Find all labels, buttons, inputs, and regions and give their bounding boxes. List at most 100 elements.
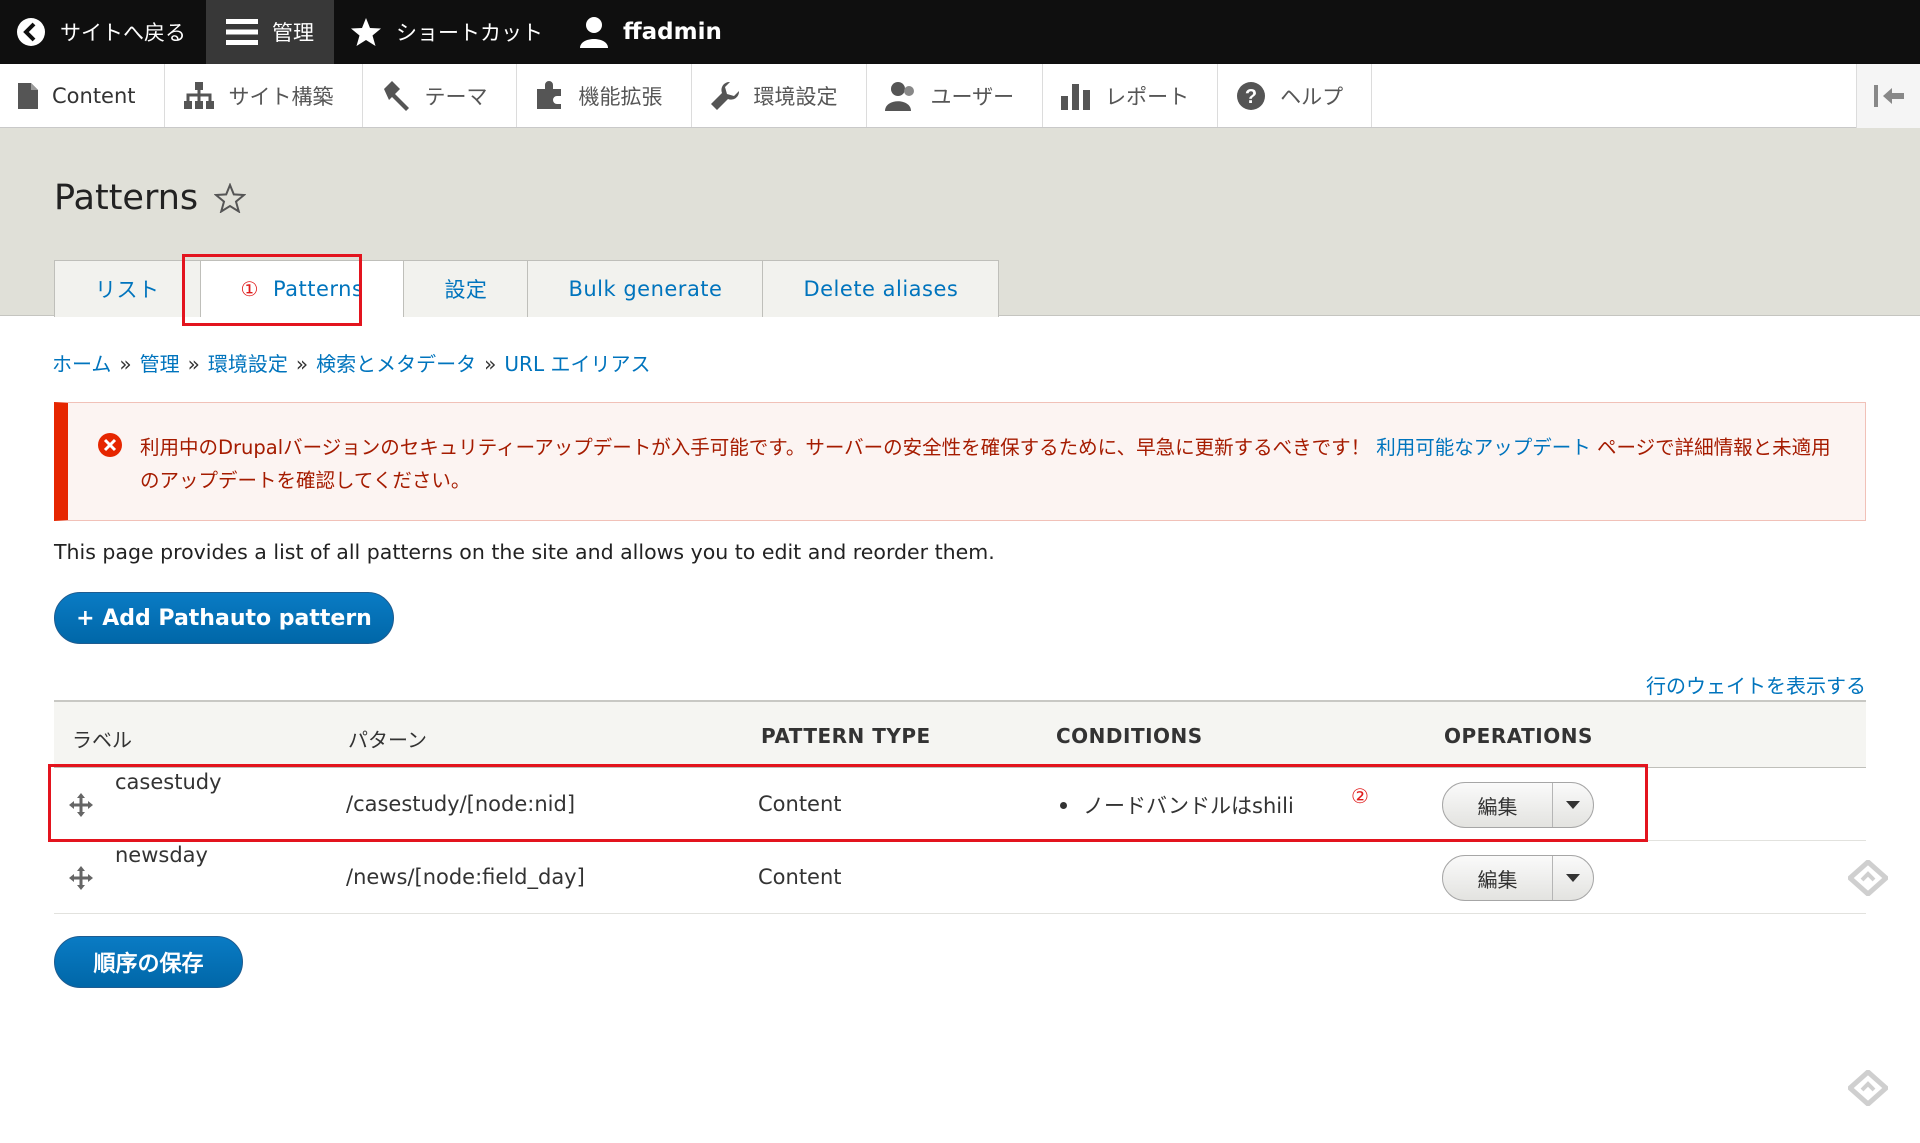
operations-toggle[interactable] (1553, 783, 1593, 827)
menu-item-label: ユーザー (930, 84, 1015, 109)
menu-item-label: Content (52, 83, 136, 108)
back-to-site-link[interactable]: サイトへ戻る (0, 0, 206, 64)
bullet (1060, 801, 1067, 809)
table-header: ラベル パターン PATTERN TYPE CONDITIONS OPERATI… (54, 700, 1866, 768)
menu-item-label: テーマ (424, 84, 488, 109)
breadcrumb-search-metadata[interactable]: 検索とメタデータ (316, 352, 476, 376)
alert-message: 利用中のDrupalバージョンのセキュリティーアップデートが入手可能です。サーバ… (140, 431, 1850, 497)
tray-orientation-toggle[interactable] (1856, 64, 1920, 128)
page-header: Patterns リスト ① Patterns 設定 Bulk generate … (0, 128, 1920, 317)
tab-label: リスト (95, 278, 160, 302)
shortcut-star-icon[interactable] (214, 183, 247, 213)
available-updates-link[interactable]: 利用可能なアップデート (1376, 436, 1591, 459)
operations-dropbutton: 編集 (1442, 782, 1594, 828)
menu-item-configuration[interactable]: 環境設定 (692, 64, 867, 127)
menu-item-label: サイト構築 (228, 84, 334, 109)
menu-item-content[interactable]: Content (0, 64, 165, 127)
breadcrumb: ホーム » 管理 » 環境設定 » 検索とメタデータ » URL エイリアス (52, 348, 650, 377)
tab-label: Bulk generate (568, 277, 723, 301)
primary-tabs: リスト ① Patterns 設定 Bulk generate Delete al… (54, 260, 1000, 317)
paintbrush-icon (383, 80, 409, 111)
star-icon (351, 18, 381, 46)
column-header-pattern: パターン (348, 728, 427, 752)
column-header-pattern-type: PATTERN TYPE (761, 724, 931, 748)
people-icon (884, 81, 914, 111)
annotation-number-2: ② (1351, 784, 1369, 808)
save-order-button[interactable]: 順序の保存 (54, 936, 243, 988)
operations-toggle[interactable] (1553, 856, 1593, 900)
menu-item-help[interactable]: ? ヘルプ (1218, 64, 1373, 127)
user-tab[interactable]: ffadmin (563, 0, 742, 64)
annotation-number-1: ① (240, 277, 259, 301)
tab-delete-aliases[interactable]: Delete aliases (762, 260, 1000, 317)
shortcuts-tab[interactable]: ショートカット (334, 0, 563, 64)
manage-label: 管理 (272, 21, 314, 45)
menu-item-structure[interactable]: サイト構築 (165, 64, 363, 127)
bar-chart-icon (1061, 83, 1091, 110)
row-condition: ノードバンドルはshili (1060, 790, 1294, 820)
column-header-label: ラベル (72, 728, 132, 752)
tab-settings[interactable]: 設定 (403, 260, 529, 317)
menu-item-appearance[interactable]: テーマ (363, 64, 517, 127)
drag-handle-icon[interactable] (68, 792, 94, 818)
page-title: Patterns (54, 178, 247, 218)
file-icon (18, 82, 38, 109)
feedly-icon[interactable] (1848, 1070, 1888, 1106)
menu-item-people[interactable]: ユーザー (867, 64, 1044, 127)
structure-icon (183, 81, 214, 109)
breadcrumb-url-aliases[interactable]: URL エイリアス (504, 352, 650, 376)
manage-tab[interactable]: 管理 (206, 0, 334, 64)
row-label: newsday (115, 843, 208, 867)
drag-handle-icon[interactable] (68, 865, 94, 891)
menu-item-label: レポート (1105, 84, 1190, 109)
user-icon (580, 17, 608, 48)
table-row: newsday /news/[node:field_day] Content 編… (54, 841, 1866, 914)
row-label: casestudy (115, 770, 222, 794)
puzzle-icon (536, 80, 561, 109)
column-header-operations: OPERATIONS (1444, 724, 1593, 748)
feedly-icon[interactable] (1848, 860, 1888, 896)
menu-item-label: 環境設定 (753, 84, 838, 109)
tab-patterns[interactable]: ① Patterns (199, 260, 405, 317)
breadcrumb-home[interactable]: ホーム (52, 352, 111, 376)
tab-label: Patterns (272, 277, 364, 301)
caret-down-icon (1566, 874, 1580, 882)
add-pathauto-pattern-button[interactable]: + Add Pathauto pattern (54, 592, 394, 644)
back-to-site-label: サイトへ戻る (60, 21, 186, 45)
patterns-table: ラベル パターン PATTERN TYPE CONDITIONS OPERATI… (54, 700, 1866, 914)
shortcuts-label: ショートカット (396, 21, 543, 45)
condition-text: ノードバンドルはshili (1083, 794, 1294, 818)
tab-bulk-generate[interactable]: Bulk generate (527, 260, 764, 317)
operations-dropbutton: 編集 (1442, 855, 1594, 901)
edit-button[interactable]: 編集 (1443, 783, 1553, 827)
row-type: Content (758, 865, 842, 889)
help-icon: ? (1237, 81, 1266, 110)
menu-item-extend[interactable]: 機能拡張 (517, 64, 692, 127)
edit-button[interactable]: 編集 (1443, 856, 1553, 900)
row-type: Content (758, 792, 842, 816)
breadcrumb-separator: » (295, 352, 309, 376)
breadcrumb-separator: » (119, 352, 132, 376)
tab-list[interactable]: リスト (54, 260, 201, 317)
alert-text-before: 利用中のDrupalバージョンのセキュリティーアップデートが入手可能です。サーバ… (140, 436, 1377, 459)
menu-item-label: 機能拡張 (578, 84, 663, 109)
caret-down-icon (1566, 801, 1580, 809)
page-title-text: Patterns (54, 178, 199, 218)
menu-item-reports[interactable]: レポート (1043, 64, 1219, 127)
back-arrow-icon (17, 18, 45, 46)
menu-item-label: ヘルプ (1280, 84, 1344, 109)
breadcrumb-separator: » (484, 352, 497, 376)
tab-label: 設定 (444, 278, 488, 302)
collapse-left-icon (1873, 85, 1904, 107)
menu-icon (226, 19, 258, 45)
admin-menu-tray: Content サイト構築 テーマ 機能拡張 環境設定 ユーザー レポート ? … (0, 64, 1920, 128)
admin-toolbar: サイトへ戻る 管理 ショートカット ffadmin (0, 0, 1920, 64)
error-icon (98, 433, 122, 457)
breadcrumb-admin[interactable]: 管理 (140, 352, 180, 376)
breadcrumb-config[interactable]: 環境設定 (208, 352, 288, 376)
column-header-conditions: CONDITIONS (1056, 724, 1203, 748)
row-pattern: /casestudy/[node:nid] (346, 792, 576, 816)
show-row-weights-link[interactable]: 行のウェイトを表示する (1646, 670, 1866, 699)
wrench-icon (710, 81, 739, 110)
svg-text:?: ? (1245, 86, 1257, 108)
